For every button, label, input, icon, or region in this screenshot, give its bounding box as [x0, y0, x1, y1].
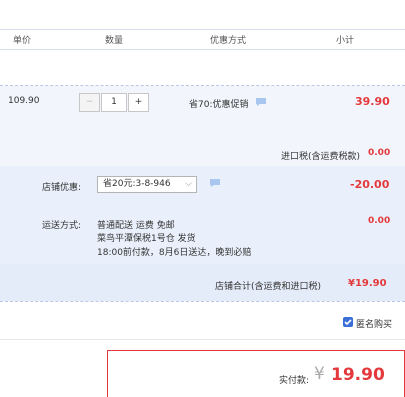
anonymous-label: 匿名购买	[356, 320, 393, 330]
item-discount: 省70:优惠促销	[189, 100, 249, 110]
shipping-value: 0.00	[368, 216, 391, 226]
quantity-plus-button[interactable]: +	[128, 93, 149, 112]
item-subtotal: 39.90	[355, 95, 390, 108]
shop-total-value: ¥19.90	[348, 278, 387, 289]
quantity-input[interactable]: 1	[101, 93, 127, 112]
shipping-warehouse: 菜鸟平潭保税1号仓 发货	[97, 234, 196, 244]
chat-bubble-icon[interactable]	[209, 178, 221, 191]
quantity-stepper: − 1 +	[79, 93, 151, 112]
shipping-delivery-time: 18:00前付款，8月6日送达，晚到必赔	[97, 248, 252, 258]
shipping-method: 普通配送 运费 免邮	[97, 221, 175, 231]
shop-total-label: 店铺合计(含运费和进口税)	[215, 282, 322, 292]
header-unit-price: 单价	[13, 36, 32, 46]
item-unit-price: 109.90	[8, 96, 40, 106]
chevron-down-icon: ⌵	[185, 179, 192, 189]
shop-discount-selected: 省20元:3-8-946	[103, 179, 171, 189]
shop-total-row	[0, 264, 405, 301]
import-tax-value: 0.00	[368, 148, 391, 158]
payment-currency: ¥	[314, 364, 325, 384]
import-tax-label: 进口税(含运费税款)	[281, 152, 361, 162]
shipping-label: 运送方式:	[42, 221, 82, 231]
shop-discount-select[interactable]: 省20元:3-8-946 ⌵	[97, 176, 197, 193]
header-discount-method: 优惠方式	[210, 36, 247, 46]
shop-bottom-divider	[0, 301, 405, 302]
chat-bubble-icon[interactable]	[255, 97, 267, 110]
payment-amount: 19.90	[331, 365, 385, 385]
payment-label: 实付款:	[279, 376, 310, 386]
header-quantity: 数量	[105, 36, 124, 46]
footer-divider	[0, 339, 405, 340]
anonymous-checkbox[interactable]	[343, 317, 353, 327]
quantity-minus-button[interactable]: −	[79, 93, 100, 112]
header-subtotal: 小计	[336, 36, 355, 46]
shop-discount-value: -20.00	[350, 178, 390, 191]
shop-discount-label: 店铺优惠:	[42, 183, 82, 193]
table-header: 单价 数量 优惠方式 小计	[0, 29, 405, 50]
